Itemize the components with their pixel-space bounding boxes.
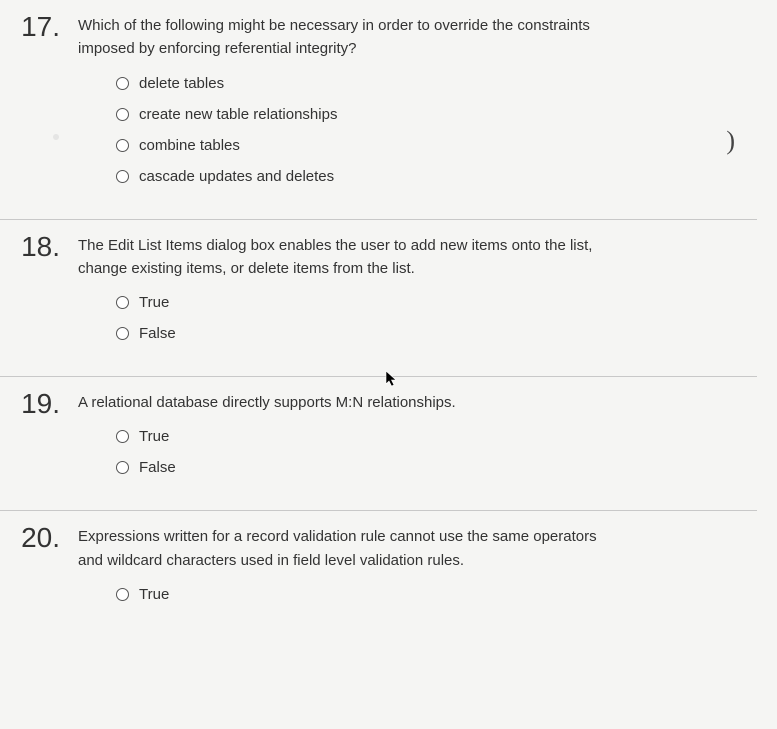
option-true[interactable]: True [116, 428, 757, 445]
options-group: True False [78, 428, 757, 476]
radio-icon[interactable] [116, 430, 129, 443]
option-false[interactable]: False [116, 459, 757, 476]
radio-icon[interactable] [116, 108, 129, 121]
options-group: True [78, 586, 757, 603]
option-false[interactable]: False [116, 325, 757, 342]
question-number: 20. [0, 523, 78, 554]
stray-paren-mark: ) [726, 126, 735, 156]
option-label: combine tables [139, 137, 240, 154]
radio-icon[interactable] [116, 77, 129, 90]
question-number: 17. [0, 12, 78, 43]
option-label: create new table relationships [139, 106, 337, 123]
options-group: True False [78, 294, 757, 342]
option-combine-tables[interactable]: combine tables [116, 137, 757, 154]
question-17: 17. Which of the following might be nece… [0, 0, 757, 220]
option-cascade-updates-deletes[interactable]: cascade updates and deletes [116, 168, 757, 185]
question-20: 20. Expressions written for a record val… [0, 511, 757, 637]
option-label: False [139, 459, 176, 476]
question-text: The Edit List Items dialog box enables t… [78, 234, 598, 281]
radio-icon[interactable] [116, 170, 129, 183]
options-group: delete tables create new table relations… [78, 75, 757, 185]
question-text: Which of the following might be necessar… [78, 14, 598, 61]
question-body: Which of the following might be necessar… [78, 12, 757, 199]
option-true[interactable]: True [116, 294, 757, 311]
option-label: False [139, 325, 176, 342]
option-label: True [139, 428, 169, 445]
option-label: delete tables [139, 75, 224, 92]
radio-icon[interactable] [116, 139, 129, 152]
option-create-relationships[interactable]: create new table relationships [116, 106, 757, 123]
option-label: True [139, 294, 169, 311]
question-text: A relational database directly supports … [78, 391, 598, 414]
radio-icon[interactable] [116, 327, 129, 340]
question-number: 19. [0, 389, 78, 420]
question-body: Expressions written for a record validat… [78, 523, 757, 617]
question-18: 18. The Edit List Items dialog box enabl… [0, 220, 757, 378]
question-text: Expressions written for a record validat… [78, 525, 598, 572]
question-number: 18. [0, 232, 78, 263]
question-body: A relational database directly supports … [78, 389, 757, 490]
question-19: 19. A relational database directly suppo… [0, 377, 757, 511]
paper-speck [53, 134, 59, 140]
radio-icon[interactable] [116, 461, 129, 474]
radio-icon[interactable] [116, 296, 129, 309]
radio-icon[interactable] [116, 588, 129, 601]
question-body: The Edit List Items dialog box enables t… [78, 232, 757, 357]
option-true[interactable]: True [116, 586, 757, 603]
option-delete-tables[interactable]: delete tables [116, 75, 757, 92]
option-label: True [139, 586, 169, 603]
option-label: cascade updates and deletes [139, 168, 334, 185]
